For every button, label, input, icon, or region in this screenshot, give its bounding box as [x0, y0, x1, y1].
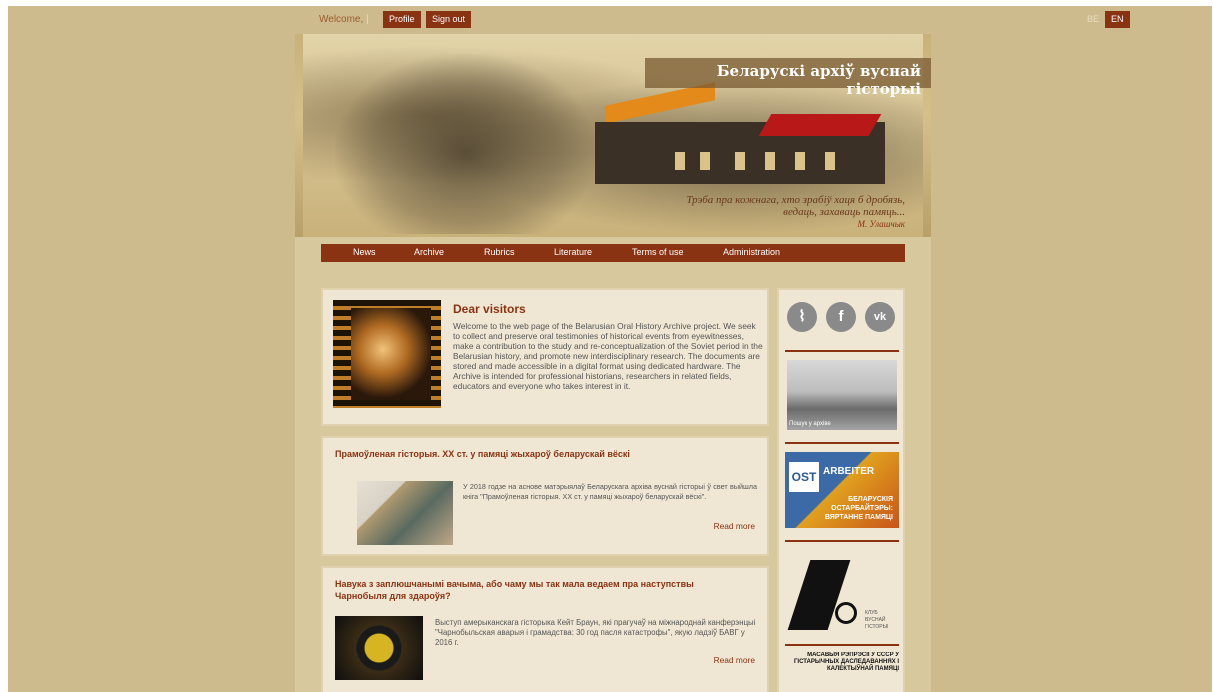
film-reel — [351, 308, 431, 400]
ostarbeiter-banner[interactable]: OST ARBEITER БЕЛАРУСКІЯ ОСТАРБАЙТЭРЫ: ВЯ… — [785, 452, 899, 528]
archive-search-banner[interactable]: Пошук у архіве — [787, 360, 897, 430]
window — [675, 152, 685, 170]
quote-line: ведаць, захаваць памяць... — [783, 206, 905, 218]
quote-line: Трэба пра кожнага, хто зрабіў хаця б дро… — [686, 194, 905, 206]
header-banner: Беларускі архіў вуснай гісторыі Трэба пр… — [295, 34, 931, 237]
nav-terms-of-use[interactable]: Terms of use — [632, 247, 684, 257]
welcome-text: Welcome to the web page of the Belarusia… — [453, 321, 763, 391]
page-container: Беларускі архіў вуснай гісторыі Трэба пр… — [295, 34, 931, 692]
post-excerpt: У 2018 годзе на аснове матэрыялаў Белару… — [463, 482, 757, 501]
radiation-image[interactable] — [335, 616, 423, 680]
read-more-link[interactable]: Read more — [714, 521, 755, 531]
welcome-text: Welcome, | — [319, 14, 369, 25]
divider — [785, 644, 899, 646]
news-post: Прамоўленая гісторыя. ХХ ст. у памяці жы… — [321, 436, 769, 556]
oral-history-club-banner[interactable]: КЛУБ ВУСНАЙ ГІСТОРЫІ — [785, 552, 899, 640]
header-quote: Трэба пра кожнага, хто зрабіў хаця б дро… — [605, 194, 905, 230]
vk-icon[interactable]: vk — [865, 302, 895, 332]
main-nav: News Archive Rubrics Literature Terms of… — [321, 244, 905, 262]
club-caption: КЛУБ ВУСНАЙ ГІСТОРЫІ — [865, 610, 889, 630]
rss-icon[interactable]: ⌇ — [787, 302, 817, 332]
divider — [785, 350, 899, 352]
facebook-icon[interactable]: f — [826, 302, 856, 332]
club-logo-ring — [835, 602, 857, 624]
ost-brand: ARBEITER — [823, 466, 875, 477]
book-image[interactable] — [357, 481, 453, 545]
window — [700, 152, 710, 170]
window — [735, 152, 745, 170]
title-banner: Беларускі архіў вуснай гісторыі — [645, 58, 931, 98]
read-more-link[interactable]: Read more — [714, 655, 755, 665]
ost-text: БЕЛАРУСКІЯ ОСТАРБАЙТЭРЫ: ВЯРТАННЕ ПАМЯЦІ — [824, 496, 893, 521]
divider — [785, 540, 899, 542]
page-background: Welcome, | Profile Sign out BE EN Белару… — [8, 6, 1212, 692]
lang-en-button[interactable]: EN — [1105, 11, 1130, 28]
post-title[interactable]: Навука з заплюшчанымі вачыма, або чаму м… — [335, 578, 745, 602]
news-post: Навука з заплюшчанымі вачыма, або чаму м… — [321, 566, 769, 692]
post-title[interactable]: Прамоўленая гісторыя. ХХ ст. у памяці жы… — [335, 448, 745, 460]
separator: | — [366, 14, 369, 25]
nav-rubrics[interactable]: Rubrics — [484, 247, 515, 257]
repressions-banner[interactable]: МАСАВЫЯ РЭПРЭСІІ Ў СССР У ГІСТАРЫЧНЫХ ДА… — [785, 652, 899, 692]
nav-news[interactable]: News — [353, 247, 376, 257]
ost-logo: OST — [789, 462, 819, 492]
welcome-card: Dear visitors Welcome to the web page of… — [321, 288, 769, 426]
window — [795, 152, 805, 170]
lang-be-link[interactable]: BE — [1087, 14, 1099, 24]
sidebar: ⌇ f vk Пошук у архіве OST ARBEITER БЕЛАР… — [777, 288, 905, 692]
window — [825, 152, 835, 170]
post-excerpt: Выступ амерыканскага гісторыка Кейт Брау… — [435, 618, 756, 647]
window — [765, 152, 775, 170]
divider — [785, 442, 899, 444]
roof-red — [758, 114, 882, 136]
people-photo — [335, 54, 595, 234]
profile-button[interactable]: Profile — [383, 11, 421, 28]
site-title: Беларускі архіў вуснай гісторыі — [716, 62, 921, 98]
nav-literature[interactable]: Literature — [554, 247, 592, 257]
sign-out-button[interactable]: Sign out — [426, 11, 472, 28]
quote-author: М. Улашчык — [857, 219, 905, 229]
banner-label: Пошук у архіве — [789, 421, 831, 427]
welcome-title: Dear visitors — [453, 302, 526, 316]
nav-administration[interactable]: Administration — [723, 247, 780, 257]
film-image — [333, 300, 441, 408]
nav-archive[interactable]: Archive — [414, 247, 444, 257]
